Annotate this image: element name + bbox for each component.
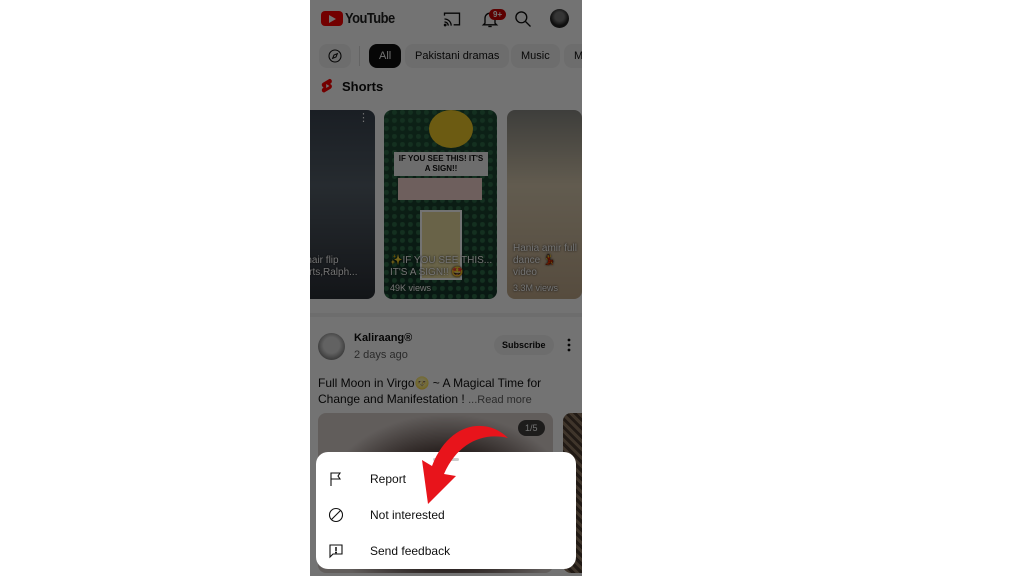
menu-item-label: Send feedback <box>370 544 451 558</box>
menu-item-label: Not interested <box>370 508 445 522</box>
block-icon <box>328 507 344 523</box>
menu-item-send-feedback[interactable]: Send feedback <box>316 533 576 569</box>
flag-icon <box>330 472 342 486</box>
feedback-icon <box>329 544 343 559</box>
annotation-arrow-icon <box>422 425 508 504</box>
